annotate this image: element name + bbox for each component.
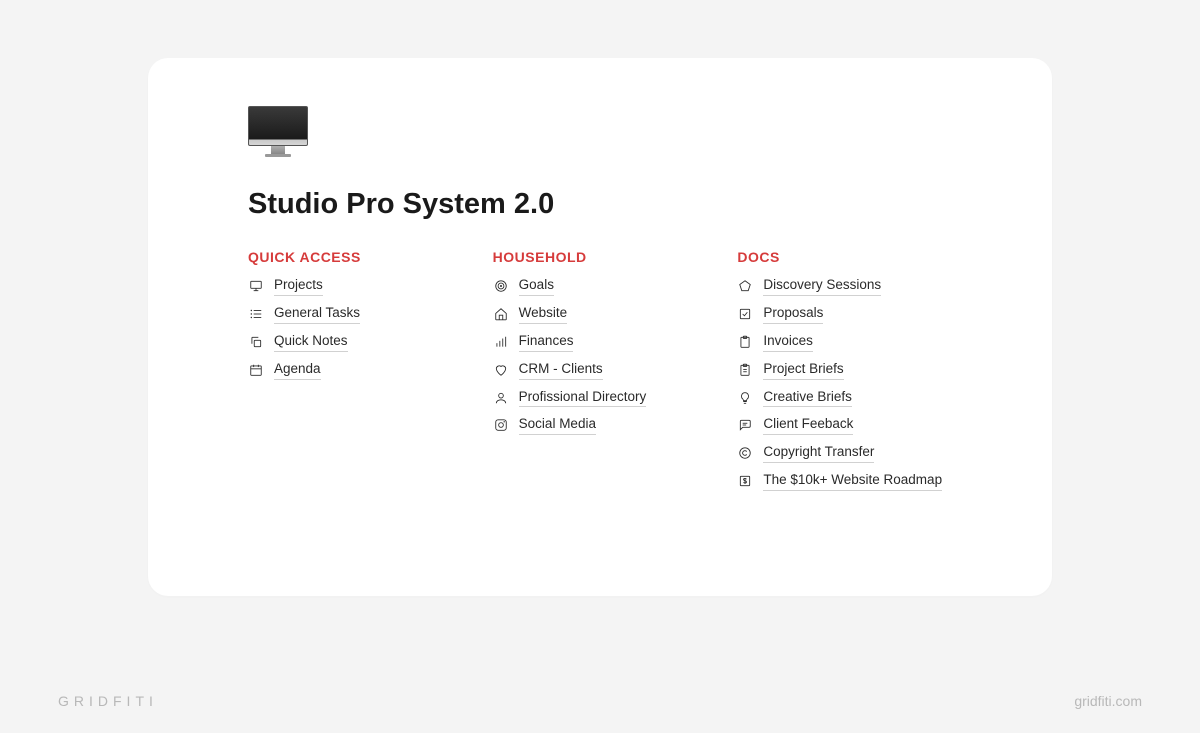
clipboard-list-icon <box>737 362 753 378</box>
link-item[interactable]: Invoices <box>737 332 952 352</box>
link-label[interactable]: Creative Briefs <box>763 388 852 408</box>
footer-url: gridfiti.com <box>1074 693 1142 709</box>
message-icon <box>737 417 753 433</box>
checkbox-icon <box>737 306 753 322</box>
section-header: HOUSEHOLD <box>493 249 708 265</box>
monitor-icon <box>248 278 264 294</box>
link-item[interactable]: Copyright Transfer <box>737 443 952 463</box>
link-item[interactable]: Projects <box>248 276 463 296</box>
link-item[interactable]: Quick Notes <box>248 332 463 352</box>
link-item[interactable]: General Tasks <box>248 304 463 324</box>
link-label[interactable]: Social Media <box>519 415 596 435</box>
link-label[interactable]: Finances <box>519 332 574 352</box>
link-label[interactable]: Invoices <box>763 332 813 352</box>
columns-container: QUICK ACCESS Projects General Tasks Quick … <box>248 249 952 499</box>
link-item[interactable]: Client Feeback <box>737 415 952 435</box>
link-item[interactable]: Creative Briefs <box>737 388 952 408</box>
calendar-icon <box>248 362 264 378</box>
copy-icon <box>248 334 264 350</box>
bars-icon <box>493 334 509 350</box>
page-emoji-icon <box>248 106 308 162</box>
link-label[interactable]: CRM - Clients <box>519 360 603 380</box>
link-item[interactable]: Social Media <box>493 415 708 435</box>
link-item[interactable]: Profissional Directory <box>493 388 708 408</box>
link-label[interactable]: Client Feeback <box>763 415 853 435</box>
clipboard-icon <box>737 334 753 350</box>
link-item[interactable]: Goals <box>493 276 708 296</box>
section-items: Goals Website Finances CRM - Clients Profiss… <box>493 276 708 435</box>
link-item[interactable]: Finances <box>493 332 708 352</box>
link-label[interactable]: Quick Notes <box>274 332 348 352</box>
copyright-icon <box>737 445 753 461</box>
section-items: Discovery Sessions Proposals Invoices Proje… <box>737 276 952 491</box>
home-icon <box>493 306 509 322</box>
link-label[interactable]: Discovery Sessions <box>763 276 881 296</box>
list-icon <box>248 306 264 322</box>
link-item[interactable]: The $10k+ Website Roadmap <box>737 471 952 491</box>
page-card: Studio Pro System 2.0 QUICK ACCESS Proje… <box>148 58 1052 596</box>
pentagon-icon <box>737 278 753 294</box>
section-household: HOUSEHOLD Goals Website Finances CRM - Clie… <box>493 249 708 499</box>
link-label[interactable]: Agenda <box>274 360 321 380</box>
link-label[interactable]: Goals <box>519 276 554 296</box>
link-item[interactable]: Agenda <box>248 360 463 380</box>
link-label[interactable]: Profissional Directory <box>519 388 647 408</box>
link-label[interactable]: General Tasks <box>274 304 360 324</box>
user-icon <box>493 390 509 406</box>
link-label[interactable]: Project Briefs <box>763 360 843 380</box>
link-label[interactable]: The $10k+ Website Roadmap <box>763 471 942 491</box>
section-docs: DOCS Discovery Sessions Proposals Invoices… <box>737 249 952 499</box>
link-item[interactable]: Discovery Sessions <box>737 276 952 296</box>
heart-icon <box>493 362 509 378</box>
target-icon <box>493 278 509 294</box>
link-label[interactable]: Website <box>519 304 568 324</box>
section-items: Projects General Tasks Quick Notes Agenda <box>248 276 463 380</box>
link-item[interactable]: Project Briefs <box>737 360 952 380</box>
link-item[interactable]: Proposals <box>737 304 952 324</box>
link-label[interactable]: Proposals <box>763 304 823 324</box>
bulb-icon <box>737 390 753 406</box>
link-label[interactable]: Copyright Transfer <box>763 443 874 463</box>
section-quick-access: QUICK ACCESS Projects General Tasks Quick … <box>248 249 463 499</box>
section-header: DOCS <box>737 249 952 265</box>
footer-brand: GRIDFITI <box>58 693 158 709</box>
dollar-icon <box>737 473 753 489</box>
link-item[interactable]: CRM - Clients <box>493 360 708 380</box>
section-header: QUICK ACCESS <box>248 249 463 265</box>
link-label[interactable]: Projects <box>274 276 323 296</box>
page-title: Studio Pro System 2.0 <box>248 188 952 221</box>
instagram-icon <box>493 417 509 433</box>
link-item[interactable]: Website <box>493 304 708 324</box>
